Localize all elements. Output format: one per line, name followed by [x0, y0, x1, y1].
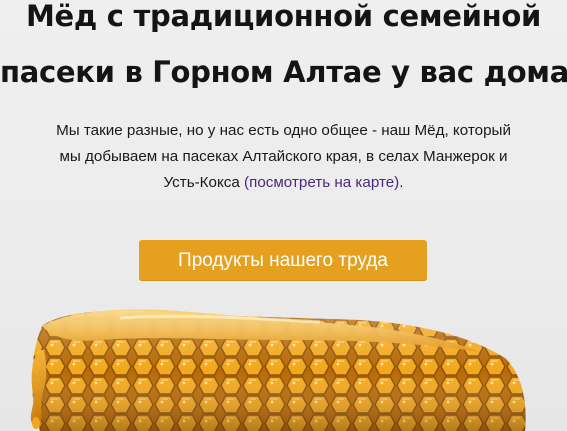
intro-line-2: мы добываем на пасеках Алтайского края, … — [59, 148, 508, 165]
intro-line-3-text: Усть-Кокса — [163, 174, 245, 191]
map-link[interactable]: (посмотреть на карте) — [244, 174, 399, 191]
products-button[interactable]: Продукты нашего труда — [139, 240, 427, 281]
intro-line-3-end: . — [399, 174, 404, 191]
page-title-line-2: пасеки в Горном Алтае у вас дома. — [0, 55, 567, 89]
honey-drop — [32, 417, 40, 429]
intro-line-1: Мы такие разные, но у нас есть одно обще… — [56, 122, 511, 139]
honeycomb-shading — [32, 310, 526, 431]
page-title-line-1: Мёд с традиционной семейной — [25, 0, 542, 33]
honeycomb-image — [30, 309, 526, 431]
intro-line-3: Усть-Кокса (посмотреть на карте). — [0, 170, 567, 196]
intro-paragraph: Мы такие разные, но у нас есть одно обще… — [0, 118, 567, 196]
page-title: Мёд с традиционной семейной пасеки в Гор… — [0, 0, 567, 100]
